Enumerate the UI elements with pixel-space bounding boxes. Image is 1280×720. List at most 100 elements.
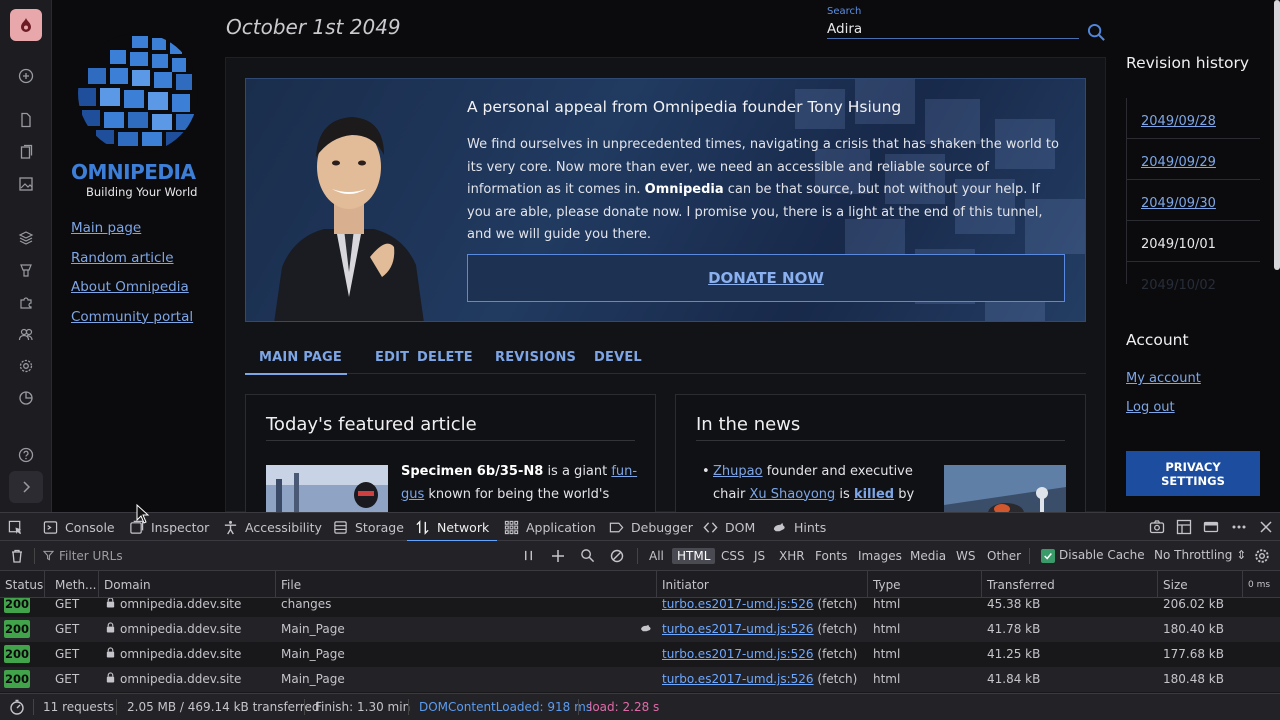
- donate-button[interactable]: DONATE NOW: [467, 254, 1065, 302]
- privacy-settings-button[interactable]: PRIVACY SETTINGS: [1126, 451, 1260, 496]
- initiator-link[interactable]: turbo.es2017-umd.js:526: [662, 622, 814, 636]
- tab-main-page[interactable]: MAIN PAGE: [259, 350, 342, 365]
- search-icon: [1087, 23, 1105, 41]
- filter-xhr[interactable]: XHR: [774, 548, 810, 564]
- table-row[interactable]: 200 GET omnipedia.ddev.site Main_Page tu…: [0, 667, 1280, 692]
- status-badge: 200: [4, 670, 30, 688]
- status-badge: 200: [4, 620, 30, 638]
- column-method[interactable]: Meth...: [50, 571, 99, 598]
- element-picker-button[interactable]: [8, 513, 23, 541]
- responsive-design-icon[interactable]: [1176, 519, 1192, 535]
- filter-fonts[interactable]: Fonts: [810, 548, 852, 564]
- console-icon: [43, 520, 58, 534]
- add-content-icon[interactable]: [16, 66, 36, 86]
- clear-requests-icon[interactable]: [9, 548, 25, 568]
- expand-toolbar-button[interactable]: [9, 471, 43, 503]
- tab-edit[interactable]: EDIT: [375, 350, 409, 365]
- tab-debugger[interactable]: Debugger: [609, 513, 693, 541]
- initiator-link[interactable]: turbo.es2017-umd.js:526: [662, 598, 814, 611]
- filter-ws[interactable]: WS: [951, 548, 980, 564]
- news-link-zhupao[interactable]: Zhupao: [713, 464, 763, 479]
- initiator-link[interactable]: turbo.es2017-umd.js:526: [662, 672, 814, 686]
- mouse-cursor-icon: [136, 504, 150, 524]
- add-request-icon[interactable]: [551, 549, 565, 567]
- chevron-right-icon: [23, 481, 31, 493]
- block-requests-icon[interactable]: [610, 549, 624, 567]
- pause-icon[interactable]: [522, 549, 535, 566]
- nav-link-random-article[interactable]: Random article: [71, 250, 193, 268]
- files-icon[interactable]: [16, 142, 36, 162]
- column-initiator[interactable]: Initiator: [657, 571, 868, 598]
- tab-dom[interactable]: DOM: [703, 513, 755, 541]
- media-icon[interactable]: [16, 174, 36, 194]
- appearance-icon[interactable]: [16, 260, 36, 280]
- content-icon[interactable]: [16, 110, 36, 130]
- dock-icon[interactable]: [1203, 519, 1219, 535]
- tab-devel[interactable]: DEVEL: [594, 350, 642, 365]
- close-devtools-icon[interactable]: [1258, 519, 1274, 535]
- structure-icon[interactable]: [16, 228, 36, 248]
- column-waterfall[interactable]: 0 ms: [1243, 571, 1280, 598]
- nav-link-about[interactable]: About Omnipedia: [71, 279, 193, 297]
- filter-css[interactable]: CSS: [716, 548, 750, 564]
- log-out-link[interactable]: Log out: [1126, 400, 1175, 415]
- tab-console[interactable]: Console: [43, 513, 115, 541]
- table-row[interactable]: 200 GET omnipedia.ddev.site Main_Page tu…: [0, 617, 1280, 642]
- revision-item[interactable]: 2049/09/28: [1127, 98, 1260, 139]
- dom-content-loaded-time: DOMContentLoaded: 918 ms: [419, 700, 593, 714]
- configuration-icon[interactable]: [16, 356, 36, 376]
- screenshot-icon[interactable]: [1149, 519, 1165, 535]
- search-requests-icon[interactable]: [580, 548, 595, 567]
- page-scrollbar[interactable]: [1274, 0, 1280, 270]
- divider: [34, 548, 35, 564]
- table-row[interactable]: 200 GET omnipedia.ddev.site changes turb…: [0, 598, 1280, 617]
- disable-cache-label[interactable]: Disable Cache: [1059, 548, 1145, 562]
- performance-icon[interactable]: [9, 699, 25, 718]
- tab-accessibility[interactable]: Accessibility: [223, 513, 322, 541]
- tab-storage[interactable]: Storage: [333, 513, 404, 541]
- filter-media[interactable]: Media: [905, 548, 951, 564]
- column-type[interactable]: Type: [868, 571, 982, 598]
- help-icon[interactable]: [16, 445, 36, 465]
- tab-hints[interactable]: Hints: [772, 513, 826, 541]
- appeal-title: A personal appeal from Omnipedia founder…: [467, 98, 902, 116]
- extend-icon[interactable]: [16, 292, 36, 312]
- tab-application[interactable]: Application: [504, 513, 596, 541]
- filter-urls-input[interactable]: Filter URLs: [59, 549, 123, 563]
- drupal-logo-icon[interactable]: [10, 9, 42, 41]
- divider: [33, 699, 34, 715]
- column-size[interactable]: Size: [1158, 571, 1243, 598]
- news-link-xu-shaoyong[interactable]: Xu Shaoyong: [749, 487, 835, 502]
- reports-icon[interactable]: [16, 388, 36, 408]
- filter-html[interactable]: HTML: [672, 548, 716, 564]
- filter-all[interactable]: All: [644, 548, 669, 564]
- column-transferred[interactable]: Transferred: [982, 571, 1158, 598]
- revision-item[interactable]: 2049/09/29: [1127, 139, 1260, 180]
- revision-item[interactable]: 2049/10/02: [1127, 262, 1260, 293]
- tab-revisions[interactable]: REVISIONS: [495, 350, 576, 365]
- column-file[interactable]: File: [276, 571, 657, 598]
- revision-item[interactable]: 2049/09/30: [1127, 180, 1260, 221]
- load-time: load: 2.28 s: [589, 700, 660, 714]
- filter-images[interactable]: Images: [853, 548, 907, 564]
- my-account-link[interactable]: My account: [1126, 371, 1201, 386]
- nav-link-main-page[interactable]: Main page: [71, 220, 193, 238]
- column-status[interactable]: Status: [0, 571, 45, 598]
- nav-link-community-portal[interactable]: Community portal: [71, 309, 193, 327]
- table-row[interactable]: 200 GET omnipedia.ddev.site Main_Page tu…: [0, 642, 1280, 667]
- network-settings-icon[interactable]: [1254, 548, 1270, 568]
- tab-network[interactable]: Network: [406, 513, 498, 542]
- search-input[interactable]: [827, 20, 1079, 39]
- disable-cache-checkbox[interactable]: [1041, 549, 1055, 563]
- filter-other[interactable]: Other: [982, 548, 1026, 564]
- people-icon[interactable]: [16, 324, 36, 344]
- news-link-killed[interactable]: killed: [854, 487, 894, 502]
- tab-delete[interactable]: DELETE: [417, 350, 473, 365]
- search-button[interactable]: [1085, 21, 1107, 43]
- filter-js[interactable]: JS: [749, 548, 770, 564]
- initiator-link[interactable]: turbo.es2017-umd.js:526: [662, 647, 814, 661]
- throttling-select[interactable]: No Throttling ⇕: [1154, 548, 1246, 562]
- appeal-body-bold: Omnipedia: [644, 182, 724, 197]
- column-domain[interactable]: Domain: [99, 571, 276, 598]
- more-options-icon[interactable]: [1231, 519, 1247, 535]
